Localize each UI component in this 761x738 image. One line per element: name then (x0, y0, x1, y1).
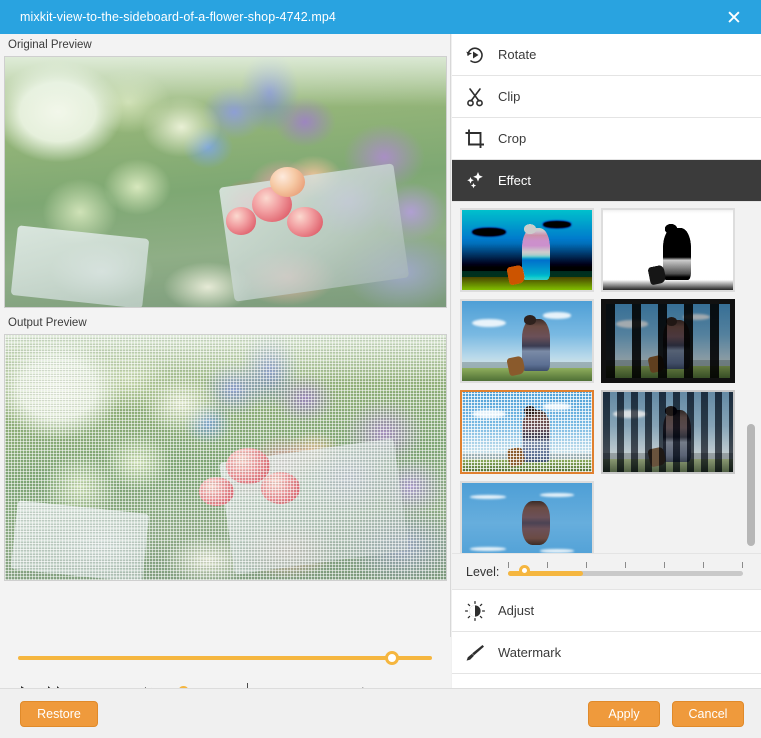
rotate-icon (452, 44, 498, 66)
timeline-slider[interactable] (0, 649, 451, 667)
level-row: Level: (452, 554, 761, 590)
menu-item-clip[interactable]: Clip (452, 76, 761, 118)
effect-thumb-neon-edge-effect[interactable] (460, 208, 594, 292)
menu-label-effect: Effect (498, 173, 532, 188)
effect-thumb-sketch-effect[interactable] (601, 208, 735, 292)
output-preview-label: Output Preview (0, 312, 450, 334)
effect-thumb-film-strip-effect[interactable] (601, 299, 735, 383)
menu-label-clip: Clip (498, 89, 521, 104)
level-thumb[interactable] (519, 565, 530, 576)
tools-panel: Rotate Clip Crop Effect Level: Adjust Wa… (452, 34, 761, 688)
menu-label-adjust: Adjust (498, 603, 535, 618)
flower-shop-scene-original (5, 57, 446, 307)
level-ticks (508, 562, 743, 568)
close-icon[interactable]: ✕ (723, 7, 745, 29)
menu-item-watermark[interactable]: Watermark (452, 632, 761, 674)
restore-button[interactable]: Restore (20, 701, 98, 727)
effect-thumb-canvas-mesh-effect[interactable] (460, 390, 594, 474)
original-preview-video[interactable] (4, 56, 447, 308)
crop-icon (452, 128, 498, 150)
effect-thumb-original-effect[interactable] (460, 299, 594, 383)
menu-item-effect[interactable]: Effect (452, 160, 761, 202)
level-slider[interactable] (508, 571, 743, 576)
output-preview-video[interactable] (4, 334, 447, 581)
effect-thumb-blinds-effect[interactable] (601, 390, 735, 474)
title-bar: mixkit-view-to-the-sideboard-of-a-flower… (0, 0, 761, 34)
original-preview-label: Original Preview (0, 34, 450, 56)
cancel-button[interactable]: Cancel (672, 701, 744, 727)
menu-item-adjust[interactable]: Adjust (452, 590, 761, 632)
adjust-icon (452, 600, 498, 622)
menu-label-watermark: Watermark (498, 645, 562, 660)
menu-item-rotate[interactable]: Rotate (452, 34, 761, 76)
sparkle-icon (452, 170, 498, 192)
dialog-footer: Restore Apply Cancel (0, 688, 761, 738)
effects-gallery (452, 202, 761, 554)
flower-shop-scene-output (5, 335, 446, 580)
video-editor-dialog: mixkit-view-to-the-sideboard-of-a-flower… (0, 0, 761, 738)
timeline-track[interactable] (18, 656, 432, 660)
apply-button[interactable]: Apply (588, 701, 660, 727)
brush-icon (452, 642, 498, 664)
effects-scrollbar-thumb[interactable] (747, 424, 755, 546)
menu-item-crop[interactable]: Crop (452, 118, 761, 160)
timeline-thumb[interactable] (385, 651, 399, 665)
preview-panel: Original Preview Output Preview (0, 34, 451, 722)
scissors-icon (452, 86, 498, 108)
effect-thumb-mirror-effect[interactable] (460, 481, 594, 553)
window-title: mixkit-view-to-the-sideboard-of-a-flower… (20, 10, 336, 24)
menu-label-rotate: Rotate (498, 47, 537, 62)
level-label: Level: (466, 564, 500, 579)
menu-label-crop: Crop (498, 131, 527, 146)
